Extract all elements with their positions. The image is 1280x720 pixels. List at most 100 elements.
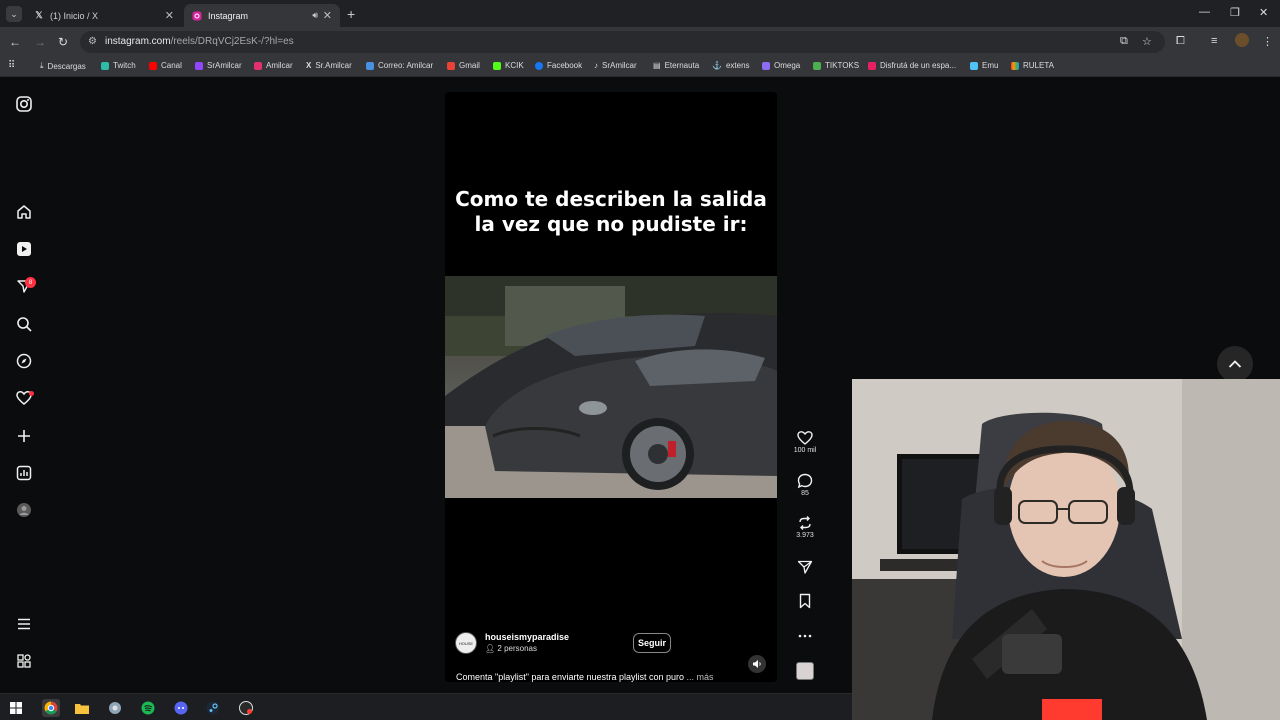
bookmark-star-icon[interactable]: ☆ xyxy=(1142,35,1152,48)
explore-compass-icon[interactable] xyxy=(15,352,33,370)
bookmark-label: Amilcar xyxy=(266,61,293,70)
extensions-icon[interactable]: ⧠ xyxy=(1176,35,1185,48)
spotify-icon[interactable] xyxy=(140,700,156,716)
search-icon[interactable] xyxy=(15,315,33,333)
repost-count: 3.973 xyxy=(796,532,814,539)
more-horizontal-icon xyxy=(798,634,812,638)
more-menu-icon[interactable] xyxy=(15,615,33,633)
site-info-icon[interactable]: ⚙︎ xyxy=(88,36,97,47)
instagram-sidebar: 8 xyxy=(0,81,48,693)
forward-arrow-icon[interactable]: → xyxy=(34,35,46,49)
volume-toggle-button[interactable] xyxy=(748,655,766,673)
scroll-up-button[interactable] xyxy=(1217,346,1253,382)
home-icon[interactable] xyxy=(15,203,33,221)
chevron-down-icon: ⌄ xyxy=(10,8,18,19)
notification-badge: 8 xyxy=(25,277,36,288)
more-link[interactable]: ... más xyxy=(687,672,714,682)
chrome-taskbar-icon[interactable] xyxy=(42,699,60,717)
bookmark-label: Correo: Amilcar xyxy=(378,61,434,70)
follow-button[interactable]: Seguir xyxy=(633,633,671,653)
tiktok-icon: ♪ xyxy=(594,61,598,70)
steam-icon[interactable] xyxy=(205,700,221,716)
reel-description[interactable]: Comenta "playlist" para enviarte nuestra… xyxy=(456,672,714,682)
instagram-logo-icon[interactable] xyxy=(15,95,33,113)
save-action[interactable] xyxy=(785,593,825,609)
new-tab-button[interactable]: + xyxy=(347,6,355,22)
apps-grid-icon[interactable]: ⠿ xyxy=(8,60,15,71)
install-app-icon[interactable]: ⧉ xyxy=(1120,35,1128,48)
bookmark-facebook[interactable]: Facebook xyxy=(535,61,582,70)
obs-recording-icon[interactable] xyxy=(238,700,254,716)
author-username[interactable]: houseismyparadise xyxy=(485,632,569,642)
restore-icon[interactable]: ❐ xyxy=(1230,6,1240,19)
bookmark-twitch[interactable]: Twitch xyxy=(101,61,136,70)
profile-avatar[interactable] xyxy=(15,501,33,519)
more-options-action[interactable] xyxy=(785,628,825,644)
browser-toolbar: ← → ↻ ⚙︎ instagram.com/reels/DRqVCj2EsK-… xyxy=(0,27,1280,57)
gmail-icon xyxy=(447,61,455,70)
bookmark-amilcar-instagram[interactable]: Amilcar xyxy=(254,61,293,70)
windows-taskbar xyxy=(0,693,852,720)
media-controls-icon[interactable]: ≡ xyxy=(1211,35,1217,47)
bookmark-correo[interactable]: Correo: Amilcar xyxy=(366,61,433,70)
bookmark-label: KCIK xyxy=(505,61,524,70)
bookmark-emu[interactable]: Emu xyxy=(970,61,998,70)
dashboard-icon[interactable] xyxy=(15,464,33,482)
share-action[interactable] xyxy=(785,559,825,575)
browser-tab-x[interactable]: 𝕏 (1) Inicio / X ✕ xyxy=(26,4,182,27)
profile-avatar[interactable] xyxy=(1235,33,1249,47)
bookmark-descargas[interactable]: ⤓ Descargas xyxy=(40,61,86,71)
file-explorer-icon[interactable] xyxy=(74,700,90,716)
comment-action[interactable]: 85 xyxy=(785,473,825,497)
bookmark-canal[interactable]: Canal xyxy=(149,61,182,70)
create-plus-icon[interactable] xyxy=(15,427,33,445)
bookmark-eternauta[interactable]: ▤ Eternauta xyxy=(653,61,699,70)
bookmark-disfruta[interactable]: Disfrutá de un espa... xyxy=(868,61,956,70)
windows-start-icon[interactable] xyxy=(8,700,24,716)
bookmark-extens[interactable]: ⚓ extens xyxy=(712,61,750,70)
speaker-icon[interactable]: 🔊︎ xyxy=(312,10,318,21)
reels-icon[interactable] xyxy=(15,240,33,258)
like-action[interactable]: 100 mil xyxy=(785,430,825,454)
reel-author-row: HOUSE houseismyparadise 👤︎ 2 personas Se… xyxy=(455,632,775,658)
bookmark-label: extens xyxy=(725,61,750,70)
bookmark-omega[interactable]: Omega xyxy=(762,61,800,70)
bookmark-ruleta[interactable]: RULETA xyxy=(1011,61,1054,70)
bookmark-label: TIKTOKS xyxy=(825,61,860,70)
site-icon xyxy=(868,61,876,70)
x-logo-icon: X xyxy=(306,61,312,70)
also-from-meta-icon[interactable] xyxy=(15,652,33,670)
menu-kebab-icon[interactable]: ⋮ xyxy=(1262,35,1273,48)
reel-player[interactable]: Como te describen la salida la vez que n… xyxy=(445,92,777,682)
address-bar[interactable]: ⚙︎ instagram.com/reels/DRqVCj2EsK-/?hl=e… xyxy=(80,31,1165,53)
bookmark-label: SrAmilcar xyxy=(602,61,637,70)
browser-tab-instagram[interactable]: Instagram 🔊︎ ✕ xyxy=(184,4,340,27)
notification-dot xyxy=(29,391,34,396)
close-tab-icon[interactable]: ✕ xyxy=(165,9,174,22)
app-taskbar-icon[interactable] xyxy=(107,700,123,716)
original-audio-thumbnail[interactable] xyxy=(796,662,814,680)
author-avatar[interactable]: HOUSE xyxy=(455,632,477,654)
bookmark-tiktoks[interactable]: TIKTOKS xyxy=(813,61,859,70)
repost-action[interactable]: 3.973 xyxy=(785,515,825,539)
bookmark-sramilcar-twitch[interactable]: SrAmilcar xyxy=(195,61,242,70)
back-arrow-icon[interactable]: ← xyxy=(9,35,21,49)
bookmark-sr-amilcar-x[interactable]: X Sr.Amilcar xyxy=(306,61,352,70)
reload-icon[interactable]: ↻ xyxy=(58,35,68,49)
drive-icon xyxy=(813,61,821,70)
document-icon: ▤ xyxy=(653,61,661,70)
bookmark-kick[interactable]: KCIK xyxy=(493,61,524,70)
url-domain: instagram.com xyxy=(105,36,171,47)
bookmark-label: Disfrutá de un espa... xyxy=(880,61,957,70)
bookmark-gmail[interactable]: Gmail xyxy=(447,61,480,70)
collaborators-count[interactable]: 👤︎ 2 personas xyxy=(485,644,537,653)
discord-icon[interactable] xyxy=(173,700,189,716)
close-window-icon[interactable]: ✕ xyxy=(1259,6,1268,19)
twitch-purple-icon xyxy=(195,61,203,70)
reel-video-frame[interactable] xyxy=(445,276,777,498)
bookmark-sramilcar-tiktok[interactable]: ♪ SrAmilcar xyxy=(594,61,637,70)
ruleta-icon xyxy=(1011,61,1019,70)
minimize-icon[interactable]: — xyxy=(1199,6,1210,18)
tab-search-button[interactable]: ⌄ xyxy=(6,6,22,22)
close-tab-icon[interactable]: ✕ xyxy=(323,9,332,22)
